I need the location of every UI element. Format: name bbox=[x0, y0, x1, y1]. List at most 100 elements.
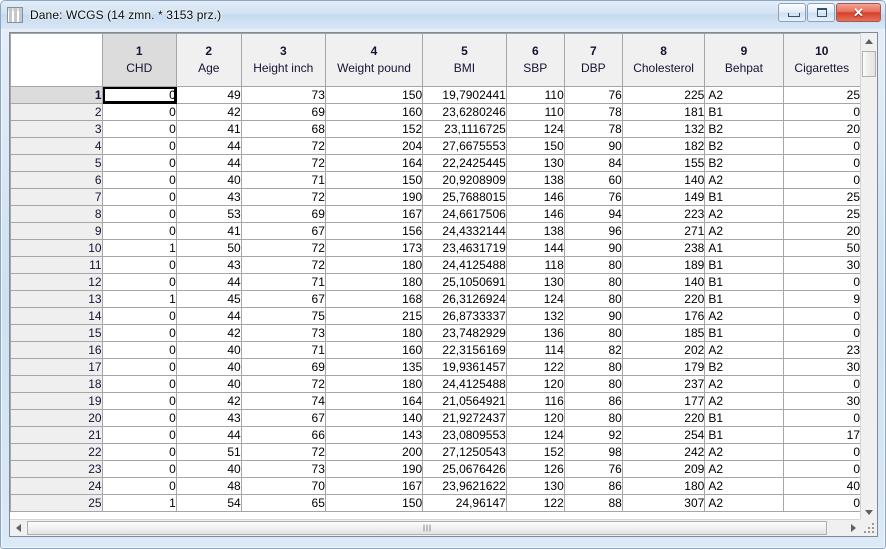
cell-sbp[interactable]: 124 bbox=[505, 426, 565, 444]
cell-weight-pound[interactable]: 156 bbox=[324, 222, 424, 240]
cell-cigarettes[interactable]: 20 bbox=[782, 120, 861, 138]
row-header[interactable]: 22 bbox=[10, 443, 103, 461]
cell-age[interactable]: 42 bbox=[175, 392, 242, 410]
cell-chd[interactable]: 0 bbox=[101, 409, 177, 427]
cell-weight-pound[interactable]: 168 bbox=[324, 290, 424, 308]
cell-chd[interactable]: 0 bbox=[101, 460, 177, 478]
cell-weight-pound[interactable]: 160 bbox=[324, 341, 424, 359]
cell-sbp[interactable]: 136 bbox=[505, 324, 565, 342]
cell-dbp[interactable]: 82 bbox=[563, 341, 623, 359]
table-row[interactable]: 13 1 45 67 168 26,3126924 124 80 220 B1 9 bbox=[10, 290, 861, 308]
cell-sbp[interactable]: 130 bbox=[505, 273, 565, 291]
cell-bmi[interactable]: 27,1250543 bbox=[422, 443, 507, 461]
cell-cigarettes[interactable]: 0 bbox=[782, 460, 861, 478]
cell-chd[interactable]: 0 bbox=[101, 256, 177, 274]
table-row[interactable]: 22 0 51 72 200 27,1250543 152 98 242 A2 0 bbox=[10, 443, 861, 461]
table-row[interactable]: 3 0 41 68 152 23,1116725 124 78 132 B2 20 bbox=[10, 120, 861, 138]
cell-behpat[interactable]: B1 bbox=[704, 273, 784, 291]
cell-behpat[interactable]: A2 bbox=[704, 460, 784, 478]
cell-height-inch[interactable]: 73 bbox=[240, 86, 326, 104]
cell-age[interactable]: 40 bbox=[175, 358, 242, 376]
cell-behpat[interactable]: A2 bbox=[704, 341, 784, 359]
cell-weight-pound[interactable]: 140 bbox=[324, 409, 424, 427]
row-header[interactable]: 21 bbox=[10, 426, 103, 444]
row-header[interactable]: 4 bbox=[10, 137, 103, 155]
cell-weight-pound[interactable]: 152 bbox=[324, 120, 424, 138]
cell-bmi[interactable]: 24,6617506 bbox=[422, 205, 507, 223]
row-header[interactable]: 10 bbox=[10, 239, 103, 257]
table-row[interactable]: 23 0 40 73 190 25,0676426 126 76 209 A2 0 bbox=[10, 460, 861, 478]
table-row[interactable]: 16 0 40 71 160 22,3156169 114 82 202 A2 23 bbox=[10, 341, 861, 359]
cell-cholesterol[interactable]: 182 bbox=[621, 137, 706, 155]
table-row[interactable]: 14 0 44 75 215 26,8733337 132 90 176 A2 0 bbox=[10, 307, 861, 325]
cell-cigarettes[interactable]: 0 bbox=[782, 273, 861, 291]
cell-behpat[interactable]: A2 bbox=[704, 86, 784, 104]
cell-age[interactable]: 43 bbox=[175, 256, 242, 274]
table-row[interactable]: 9 0 41 67 156 24,4332144 138 96 271 A2 20 bbox=[10, 222, 861, 240]
cell-cigarettes[interactable]: 25 bbox=[782, 188, 861, 206]
cell-sbp[interactable]: 146 bbox=[505, 188, 565, 206]
row-header[interactable]: 2 bbox=[10, 103, 103, 121]
cell-chd[interactable]: 0 bbox=[101, 426, 177, 444]
table-row[interactable]: 12 0 44 71 180 25,1050691 130 80 140 B1 0 bbox=[10, 273, 861, 291]
row-header[interactable]: 16 bbox=[10, 341, 103, 359]
cell-weight-pound[interactable]: 190 bbox=[324, 460, 424, 478]
cell-weight-pound[interactable]: 150 bbox=[324, 494, 424, 512]
cell-age[interactable]: 44 bbox=[175, 273, 242, 291]
cell-cholesterol[interactable]: 271 bbox=[621, 222, 706, 240]
row-header[interactable]: 24 bbox=[10, 477, 103, 495]
cell-behpat[interactable]: B1 bbox=[704, 256, 784, 274]
cell-age[interactable]: 53 bbox=[175, 205, 242, 223]
scroll-up-button[interactable] bbox=[861, 33, 877, 49]
cell-sbp[interactable]: 124 bbox=[505, 290, 565, 308]
cell-behpat[interactable]: A2 bbox=[704, 375, 784, 393]
cell-cigarettes[interactable]: 25 bbox=[782, 205, 861, 223]
cell-weight-pound[interactable]: 164 bbox=[324, 392, 424, 410]
cell-chd[interactable]: 0 bbox=[101, 392, 177, 410]
column-header-weight-pound[interactable]: 4 Weight pound bbox=[324, 33, 424, 87]
cell-dbp[interactable]: 84 bbox=[563, 154, 623, 172]
row-header[interactable]: 1 bbox=[10, 86, 103, 104]
cell-dbp[interactable]: 60 bbox=[563, 171, 623, 189]
cell-behpat[interactable]: A2 bbox=[704, 171, 784, 189]
cell-age[interactable]: 48 bbox=[175, 477, 242, 495]
cell-cholesterol[interactable]: 140 bbox=[621, 171, 706, 189]
cell-chd[interactable]: 0 bbox=[101, 307, 177, 325]
row-header[interactable]: 12 bbox=[10, 273, 103, 291]
cell-age[interactable]: 49 bbox=[175, 86, 242, 104]
column-header-cigarettes[interactable]: 10 Cigarettes bbox=[782, 33, 861, 87]
cell-behpat[interactable]: A2 bbox=[704, 443, 784, 461]
row-header[interactable]: 15 bbox=[10, 324, 103, 342]
cell-dbp[interactable]: 94 bbox=[563, 205, 623, 223]
cell-sbp[interactable]: 130 bbox=[505, 154, 565, 172]
cell-sbp[interactable]: 114 bbox=[505, 341, 565, 359]
cell-chd[interactable]: 0 bbox=[101, 324, 177, 342]
cell-height-inch[interactable]: 72 bbox=[240, 256, 326, 274]
cell-height-inch[interactable]: 67 bbox=[240, 290, 326, 308]
cell-sbp[interactable]: 110 bbox=[505, 103, 565, 121]
select-all-corner[interactable] bbox=[10, 33, 103, 87]
cell-behpat[interactable]: A2 bbox=[704, 307, 784, 325]
cell-dbp[interactable]: 80 bbox=[563, 324, 623, 342]
cell-bmi[interactable]: 23,6280246 bbox=[422, 103, 507, 121]
cell-sbp[interactable]: 150 bbox=[505, 137, 565, 155]
cell-cholesterol[interactable]: 242 bbox=[621, 443, 706, 461]
cell-cholesterol[interactable]: 181 bbox=[621, 103, 706, 121]
cell-sbp[interactable]: 144 bbox=[505, 239, 565, 257]
column-header-age[interactable]: 2 Age bbox=[175, 33, 242, 87]
cell-dbp[interactable]: 80 bbox=[563, 273, 623, 291]
column-header-behpat[interactable]: 9 Behpat bbox=[704, 33, 784, 87]
row-header[interactable]: 11 bbox=[10, 256, 103, 274]
cell-age[interactable]: 44 bbox=[175, 426, 242, 444]
cell-chd[interactable]: 0 bbox=[101, 443, 177, 461]
cell-cholesterol[interactable]: 179 bbox=[621, 358, 706, 376]
cell-behpat[interactable]: B1 bbox=[704, 409, 784, 427]
cell-behpat[interactable]: B1 bbox=[704, 426, 784, 444]
cell-cigarettes[interactable]: 30 bbox=[782, 256, 861, 274]
cell-age[interactable]: 42 bbox=[175, 324, 242, 342]
cell-sbp[interactable]: 120 bbox=[505, 409, 565, 427]
table-row[interactable]: 6 0 40 71 150 20,9208909 138 60 140 A2 0 bbox=[10, 171, 861, 189]
row-header[interactable]: 9 bbox=[10, 222, 103, 240]
cell-bmi[interactable]: 24,4332144 bbox=[422, 222, 507, 240]
cell-cholesterol[interactable]: 202 bbox=[621, 341, 706, 359]
